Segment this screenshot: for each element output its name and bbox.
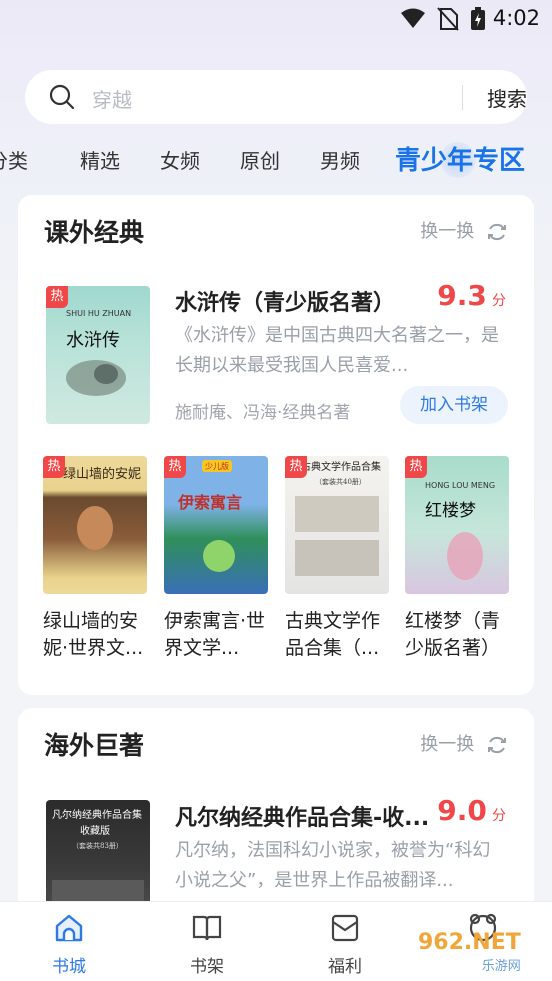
score-value: 9.0 [437,794,487,827]
home-icon [55,914,83,942]
book-score: 9.3 分 [437,279,506,312]
hot-badge: 热 [285,456,307,478]
tab-featured[interactable]: 精选 [80,145,120,174]
book-cover: 少儿版 伊索寓言 热 [164,456,268,594]
book-title[interactable]: 凡尔纳经典作品合集-收... [175,800,429,832]
battery-charging-icon [471,7,485,30]
score-unit: 分 [492,293,506,309]
hot-badge: 热 [405,456,427,478]
book-title: 伊索寓言·世界文学... [164,610,266,659]
tab-male[interactable]: 男频 [320,145,360,174]
book-item[interactable]: 少儿版 伊索寓言 热 伊索寓言·世界文学... [164,456,268,662]
nav-rewards[interactable]: 福利 [305,912,385,977]
book-icon [192,915,222,941]
watermark-sub: 乐游网 [481,959,521,974]
refresh-icon [488,223,506,241]
cover-pinyin: HONG LOU MENG [425,481,495,490]
cover-pinyin: SHUI HU ZHUAN [66,309,131,318]
cover-title: 古典文学作品合集 [301,460,381,473]
cover-art: 凡尔纳经典作品合集 收藏版 （套装共83册） [52,808,144,906]
tab-youth[interactable]: 青少年专区 [395,140,525,177]
gift-icon [331,914,359,942]
cover-subtitle: 收藏版 [80,824,110,837]
cover-title: 凡尔纳经典作品合集 [52,808,142,821]
refresh-label: 换一换 [420,221,475,242]
search-icon [49,84,75,110]
section-title: 海外巨著 [44,731,145,760]
tab-category[interactable]: 分类 [0,145,28,174]
cover-set-note: （套装共83册） [72,841,123,850]
book-cover[interactable]: 凡尔纳经典作品合集 收藏版 （套装共83册） [46,800,150,910]
nav-label: 福利 [328,957,362,977]
search-input[interactable]: 穿越 [92,84,132,113]
book-title: 红楼梦（青少版名著） [405,610,501,659]
book-description: 凡尔纳，法国科幻小说家，被誉为“科幻小说之父”，是世界上作品被翻译... [175,840,491,891]
hot-badge: 热 [164,456,186,478]
category-tabs: 分类 精选 女频 原创 男频 青少年专区 [0,140,552,182]
nav-label: 书架 [190,957,224,977]
book-title: 绿山墙的安妮·世界文... [43,610,144,659]
book-cover: 古典文学作品合集 （套装共40册） 热 [285,456,389,594]
book-title[interactable]: 水浒传（青少版名著） [175,285,395,317]
watermark: 962.NET 乐游网 [418,930,521,974]
search-button[interactable]: 搜索 [487,83,527,112]
wifi-icon [401,8,425,28]
book-cover[interactable]: SHUI HU ZHUAN 水浒传 热 [46,286,150,424]
book-item[interactable]: 古典文学作品合集 （套装共40册） 热 古典文学作品合集（... [285,456,389,662]
nav-bookshelf[interactable]: 书架 [167,912,247,977]
cover-title: 水浒传 [66,330,120,351]
refresh-button[interactable]: 换一换 [420,217,508,243]
book-item[interactable]: 绿山墙的安妮 热 绿山墙的安妮·世界文... [43,456,147,662]
cover-title: 伊索寓言 [177,493,242,512]
tab-original[interactable]: 原创 [240,145,280,174]
book-cover: 绿山墙的安妮 热 [43,456,147,594]
book-author: 施耐庵、冯海·经典名著 [175,403,351,423]
book-score: 9.0 分 [437,794,506,827]
score-value: 9.3 [437,279,487,312]
refresh-icon [488,736,506,754]
cover-title: 绿山墙的安妮 [63,466,141,482]
no-sim-icon [437,7,459,31]
section-classics: 课外经典 换一换 SHUI HU ZHUAN 水浒传 热 水浒传（青少版名著） … [18,195,534,695]
nav-label: 书城 [52,957,86,977]
book-title: 古典文学作品合集（... [285,610,381,659]
status-bar: 4:02 [0,0,552,40]
search-bar[interactable]: 穿越 搜索 [25,70,527,124]
score-unit: 分 [492,808,506,824]
watermark-main: 962.NET [418,930,521,955]
refresh-button[interactable]: 换一换 [420,730,508,756]
hot-badge: 热 [46,286,68,308]
tab-female[interactable]: 女频 [160,145,200,174]
cover-subtitle: （套装共40册） [315,477,366,486]
hot-badge: 热 [43,456,65,478]
book-cover: HONG LOU MENG 红楼梦 热 [405,456,509,594]
book-item[interactable]: HONG LOU MENG 红楼梦 热 红楼梦（青少版名著） [405,456,509,662]
nav-bookstore[interactable]: 书城 [29,912,109,977]
book-description: 《水浒传》是中国古典四大名著之一，是长期以来最受我国人民喜爱... [175,325,499,376]
section-title: 课外经典 [44,218,145,247]
cover-title: 红楼梦 [425,501,476,521]
refresh-label: 换一换 [420,734,475,755]
search-divider [462,85,463,110]
status-time: 4:02 [492,6,540,30]
add-to-shelf-button[interactable]: 加入书架 [400,386,508,424]
cover-tag: 少儿版 [205,461,229,471]
